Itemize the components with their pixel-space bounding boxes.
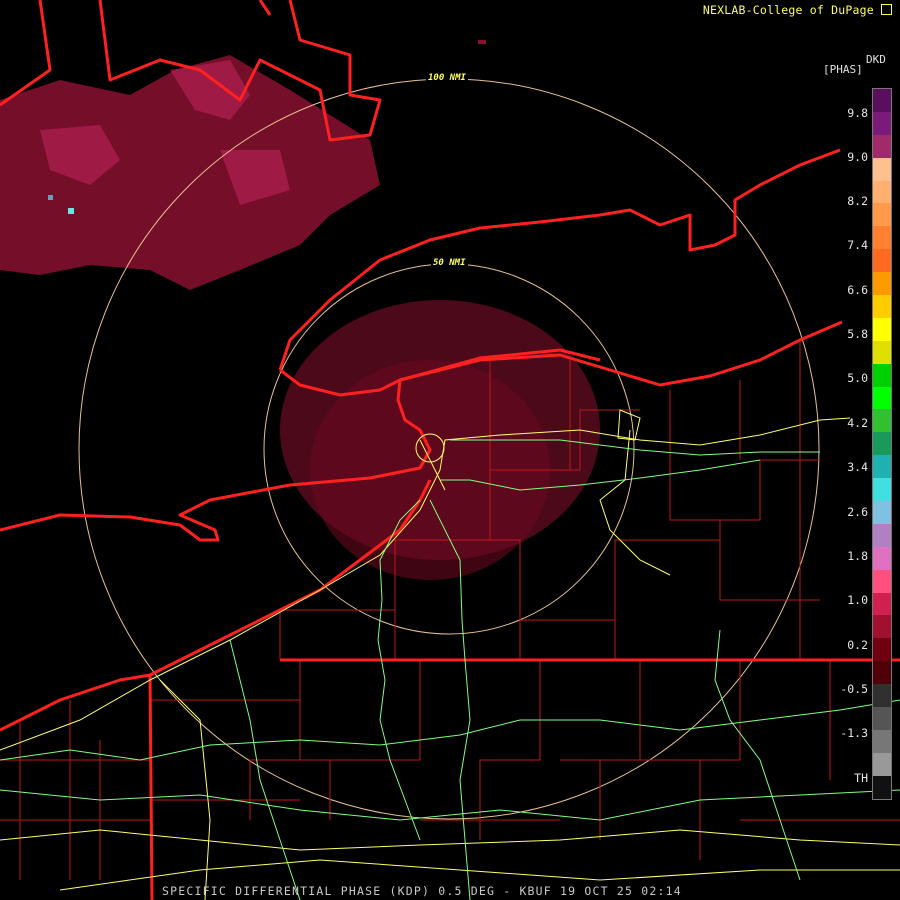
product-caption: SPECIFIC DIFFERENTIAL PHASE (KDP) 0.5 DE… [162, 884, 682, 898]
legend-value: 9.0 [847, 150, 868, 164]
ring-label-100nmi: 100 NMI [426, 73, 468, 83]
radar-echo-small [478, 40, 486, 44]
radar-echo-pixel [68, 208, 74, 214]
radar-map [0, 0, 900, 900]
legend-color-swatch [873, 752, 891, 776]
legend-value: 0.2 [847, 638, 868, 652]
legend-value: 1.0 [847, 593, 868, 607]
legend-value: 8.2 [847, 194, 868, 208]
legend-value: 4.2 [847, 416, 868, 430]
legend-color-swatch [873, 615, 891, 639]
legend-color-swatch [873, 226, 891, 250]
legend-value: 5.8 [847, 327, 868, 341]
legend-color-swatch [873, 455, 891, 479]
legend-color-swatch [873, 478, 891, 502]
legend-color-swatch [873, 89, 891, 112]
legend-color-swatch [873, 684, 891, 708]
legend-color-swatch [873, 592, 891, 616]
legend-value: 3.4 [847, 460, 868, 474]
legend-colorbar [872, 88, 892, 800]
legend-color-swatch [873, 317, 891, 341]
legend-color-swatch [873, 157, 891, 181]
legend-color-swatch [873, 249, 891, 273]
legend-color-swatch [873, 569, 891, 593]
radar-echo-pixel [48, 195, 53, 200]
legend-color-swatch [873, 409, 891, 433]
legend-value: 5.0 [847, 371, 868, 385]
legend-color-swatch [873, 546, 891, 570]
legend-value: 9.8 [847, 106, 868, 120]
legend-value: TH [854, 771, 868, 785]
legend-color-swatch [873, 180, 891, 204]
legend-value: 7.4 [847, 238, 868, 252]
legend-color-swatch [873, 661, 891, 685]
credit-label: NEXLAB-College of DuPage [702, 3, 874, 17]
legend-color-swatch [873, 203, 891, 227]
legend-value: -0.5 [840, 682, 868, 696]
credit-text: NEXLAB-College of DuPage [703, 3, 892, 17]
legend-color-swatch [873, 386, 891, 410]
legend-units: [PHAS] [823, 63, 863, 76]
legend-color-swatch [873, 111, 891, 135]
legend-units-top: DKD [866, 53, 886, 66]
legend-color-swatch [873, 363, 891, 387]
expand-icon[interactable] [881, 4, 892, 15]
legend-color-swatch [873, 523, 891, 547]
legend-color-swatch [873, 501, 891, 524]
legend-value: 1.8 [847, 549, 868, 563]
legend-color-swatch [873, 432, 891, 456]
ring-label-50nmi: 50 NMI [431, 258, 468, 268]
legend-color-swatch [873, 134, 891, 158]
legend-value: 2.6 [847, 505, 868, 519]
legend-color-swatch [873, 707, 891, 730]
legend-value: 6.6 [847, 283, 868, 297]
legend-color-swatch [873, 272, 891, 296]
legend-color-swatch [873, 729, 891, 753]
legend-color-swatch [873, 775, 891, 799]
legend-color-swatch [873, 340, 891, 364]
legend-color-swatch [873, 638, 891, 662]
legend-value: -1.3 [840, 726, 868, 740]
legend-color-swatch [873, 295, 891, 318]
